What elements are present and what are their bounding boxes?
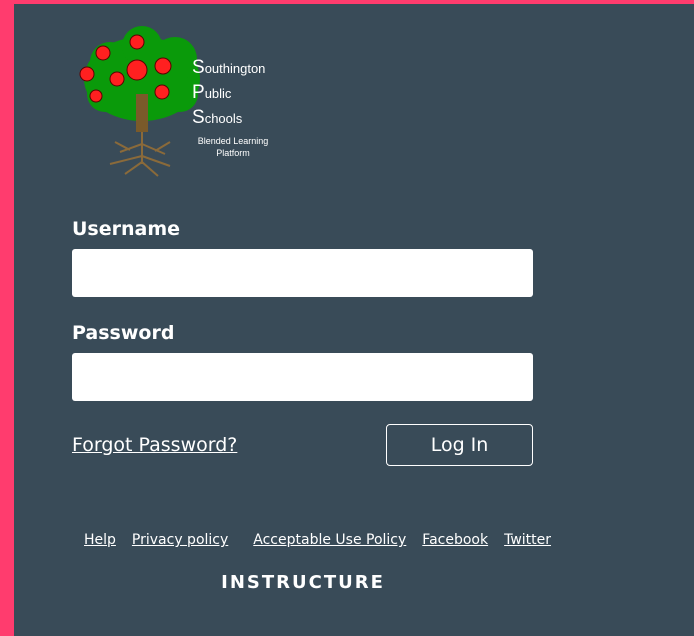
footer-link-twitter[interactable]: Twitter [504,532,551,548]
logo-line-1: Southington [192,57,266,78]
password-label: Password [72,322,175,344]
login-button[interactable]: Log In [386,424,533,466]
logo-line-2: Public [192,82,232,103]
instructure-logo: INSTRUCTURE [221,572,385,593]
logo-subtitle: Blended Learning Platform [197,136,269,158]
login-panel: Southington Public Schools Blended Learn… [14,4,694,636]
footer-link-privacy[interactable]: Privacy policy [132,532,228,548]
forgot-password-link[interactable]: Forgot Password? [72,434,237,456]
password-input[interactable] [72,353,533,401]
footer-links: Help Privacy policy Acceptable Use Polic… [84,532,551,548]
username-input[interactable] [72,249,533,297]
username-label: Username [72,218,181,240]
logo-line-3: Schools [192,107,243,128]
school-name: Southington Public Schools Blended Learn… [192,56,274,159]
footer-link-acceptable-use[interactable]: Acceptable Use Policy [253,532,406,548]
footer-link-facebook[interactable]: Facebook [422,532,488,548]
footer-link-help[interactable]: Help [84,532,116,548]
